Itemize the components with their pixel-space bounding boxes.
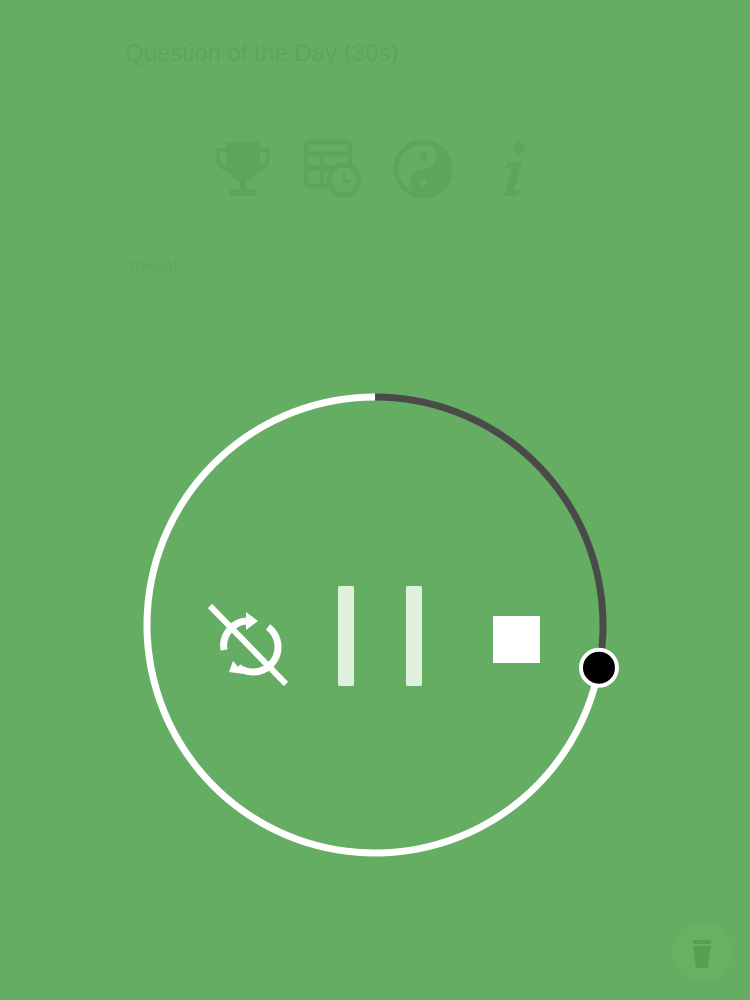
timer-dial	[143, 393, 619, 857]
pause-button[interactable]	[330, 580, 430, 690]
stop-icon	[493, 616, 540, 663]
stop-button[interactable]	[482, 605, 550, 673]
timer-screen: Question of the Day (30s) Reveal	[0, 0, 750, 1000]
repeat-off-button[interactable]	[205, 600, 290, 687]
timer-handle[interactable]	[578, 647, 619, 688]
